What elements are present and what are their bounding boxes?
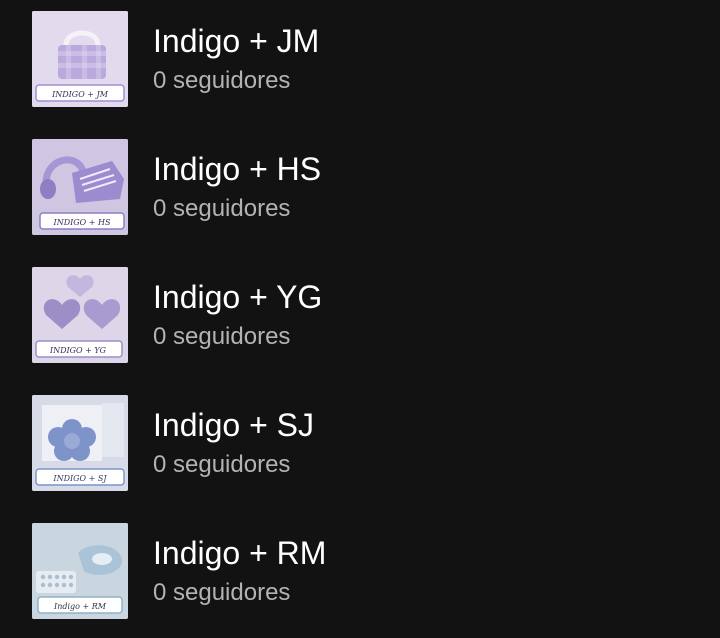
playlist-row[interactable]: INDIGO + YG Indigo + YG 0 seguidores <box>0 267 720 363</box>
headphones-and-sneakers-image: INDIGO + HS <box>32 139 128 235</box>
playlist-row[interactable]: INDIGO + SJ Indigo + SJ 0 seguidores <box>0 395 720 491</box>
playlist-row[interactable]: INDIGO + HS Indigo + HS 0 seguidores <box>0 139 720 235</box>
playlist-row[interactable]: Indigo + RM Indigo + RM 0 seguidores <box>0 523 720 619</box>
follower-count: 0 seguidores <box>153 67 291 94</box>
playlist-title[interactable]: Indigo + SJ <box>153 405 314 445</box>
blue-flower-box-image: INDIGO + SJ <box>32 395 128 491</box>
playlist-cover-art: INDIGO + JM <box>32 11 128 107</box>
cover-label: INDIGO + JM <box>51 90 109 99</box>
playlist-cover-art: INDIGO + SJ <box>32 395 128 491</box>
playlist-title[interactable]: Indigo + RM <box>153 533 326 573</box>
playlist-title[interactable]: Indigo + HS <box>153 149 321 189</box>
cover-label: INDIGO + HS <box>53 218 111 227</box>
playlist-title[interactable]: Indigo + YG <box>153 277 322 317</box>
playlist-cover-art: INDIGO + YG <box>32 267 128 363</box>
follower-count: 0 seguidores <box>153 323 291 350</box>
cover-label: INDIGO + YG <box>49 346 107 355</box>
playlist-cover-art: INDIGO + HS <box>32 139 128 235</box>
playlist-row[interactable]: INDIGO + JM Indigo + JM 0 seguidores <box>0 11 720 107</box>
bag-and-gingham-image: INDIGO + JM <box>32 11 128 107</box>
playlist-title[interactable]: Indigo + JM <box>153 21 319 61</box>
blue-desk-items-image: Indigo + RM <box>32 523 128 619</box>
follower-count: 0 seguidores <box>153 195 291 222</box>
cover-label: Indigo + RM <box>53 602 107 611</box>
follower-count: 0 seguidores <box>153 451 291 478</box>
cover-label: INDIGO + SJ <box>52 474 107 483</box>
playlist-list: INDIGO + JM Indigo + JM 0 seguidores IND… <box>0 0 720 638</box>
playlist-cover-art: Indigo + RM <box>32 523 128 619</box>
heart-cookies-image: INDIGO + YG <box>32 267 128 363</box>
follower-count: 0 seguidores <box>153 579 291 606</box>
